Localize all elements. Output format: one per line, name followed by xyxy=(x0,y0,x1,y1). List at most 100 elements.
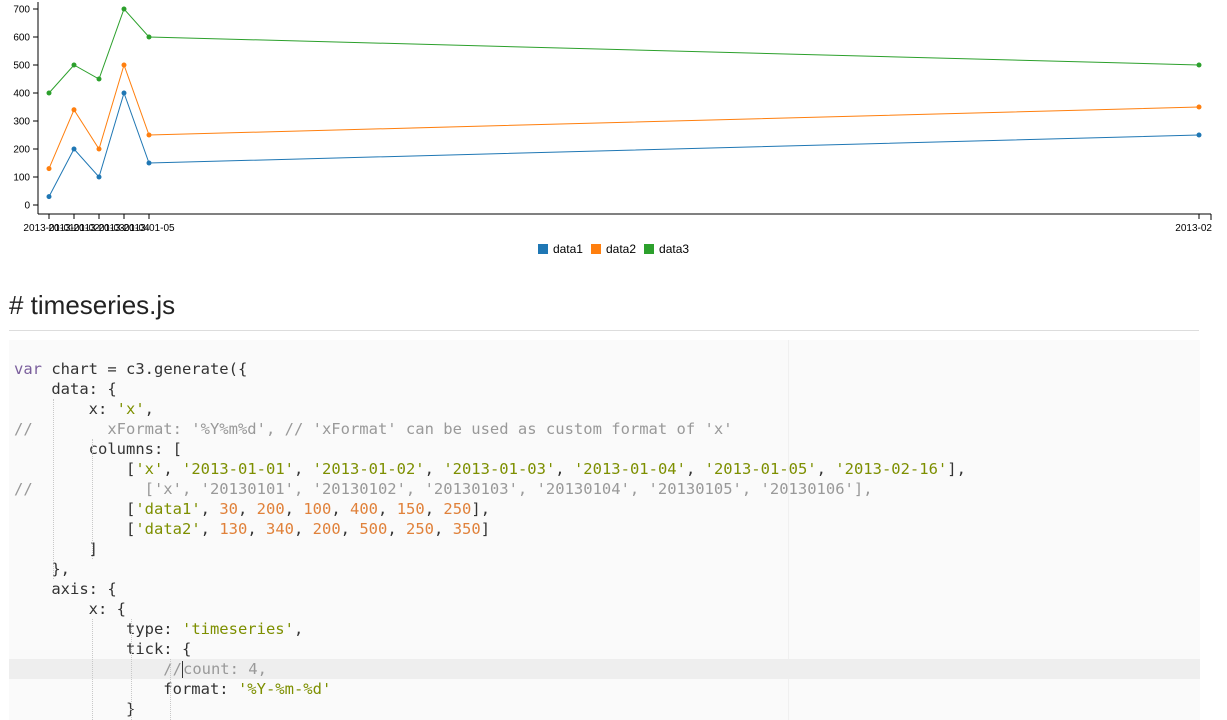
code-line: // ['x', '20130101', '20130102', '201301… xyxy=(14,479,873,499)
legend-item-data1[interactable]: data1 xyxy=(537,242,583,256)
x-tick-label: 2013-02 xyxy=(1175,223,1212,234)
code-token: 350 xyxy=(452,520,481,538)
code-token: '2013-01-04' xyxy=(573,460,686,478)
code-token: , xyxy=(816,460,836,478)
chart-legend: data1 data2 data3 xyxy=(0,242,1227,256)
code-token: }, xyxy=(14,560,70,578)
code-token: 'x' xyxy=(135,460,164,478)
code-token: '2013-01-02' xyxy=(312,460,425,478)
code-token: 250 xyxy=(443,500,472,518)
code-token: type: xyxy=(14,620,182,638)
series-line-data1 xyxy=(48,91,1200,197)
code-line: ['data1', 30, 200, 100, 400, 150, 250], xyxy=(14,499,490,519)
heading-divider xyxy=(9,330,1199,331)
code-token: , xyxy=(685,460,705,478)
code-line: type: 'timeseries', xyxy=(14,619,303,639)
data-point-data1 xyxy=(146,160,152,166)
data-point-data1 xyxy=(1196,132,1202,138)
y-tick-label: 200 xyxy=(13,145,30,156)
data-point-data1 xyxy=(71,146,77,152)
indent-guide xyxy=(92,439,93,559)
y-tick-label: 600 xyxy=(13,33,30,44)
code-token: var xyxy=(14,360,42,378)
legend-label: data2 xyxy=(605,242,637,256)
code-line: var chart = c3.generate({ xyxy=(14,359,247,379)
code-token: '2013-01-05' xyxy=(704,460,817,478)
code-token: 'timeseries' xyxy=(181,620,294,638)
indent-guide xyxy=(131,619,132,720)
code-token: , xyxy=(340,520,360,538)
data-point-data3 xyxy=(146,34,152,40)
data-point-data1 xyxy=(46,194,52,200)
data-point-data2 xyxy=(146,132,152,138)
data-point-data3 xyxy=(1196,62,1202,68)
code-token: chart = c3.generate({ xyxy=(42,360,248,378)
code-token: [ xyxy=(14,520,136,538)
legend-item-data3[interactable]: data3 xyxy=(644,242,689,256)
code-token: [ xyxy=(14,500,136,518)
series-line-data3 xyxy=(48,8,1200,94)
code-token: , xyxy=(284,500,304,518)
data-point-data2 xyxy=(71,107,77,113)
code-token: count: 4, xyxy=(182,660,267,678)
code-token: axis: { xyxy=(14,580,117,598)
code-line: }, xyxy=(14,559,70,579)
code-token: // xyxy=(14,660,182,678)
code-token: 340 xyxy=(266,520,294,538)
code-token: , xyxy=(238,500,257,518)
code-token: 150 xyxy=(396,500,425,518)
code-token: // ['x', '20130101', '20130102', '201301… xyxy=(14,480,873,498)
legend-item-data2[interactable]: data2 xyxy=(590,242,637,256)
code-token: , xyxy=(293,620,304,638)
y-tick-label: 300 xyxy=(13,117,30,128)
code-token: '%Y-%m-%d' xyxy=(237,680,332,698)
code-token: '2013-01-03' xyxy=(443,460,556,478)
code-token: 'data2' xyxy=(135,520,201,538)
legend-label: data1 xyxy=(552,242,583,256)
code-token: , xyxy=(200,500,220,518)
code-line: x: { xyxy=(14,599,126,619)
code-token: ] xyxy=(14,540,98,558)
code-token: , xyxy=(378,500,397,518)
data-point-data2 xyxy=(46,166,52,172)
code-line: // xFormat: '%Y%m%d', // 'xFormat' can b… xyxy=(14,419,733,439)
indent-guide xyxy=(170,659,171,720)
code-token: format: xyxy=(14,680,238,698)
code-token: 200 xyxy=(256,500,285,518)
y-tick-label: 500 xyxy=(13,61,30,72)
code-token: , xyxy=(200,520,220,538)
code-token: // xFormat: '%Y%m%d', // 'xFormat' can b… xyxy=(14,420,733,438)
code-token: } xyxy=(14,700,136,718)
code-token: , xyxy=(247,520,266,538)
legend-swatch xyxy=(590,244,601,254)
code-line: data: { xyxy=(14,379,116,399)
page-heading: # timeseries.js xyxy=(9,290,176,320)
code-token: , xyxy=(555,460,574,478)
legend-swatch xyxy=(644,244,655,254)
code-token: 'x' xyxy=(116,400,145,418)
code-token: , xyxy=(293,460,313,478)
code-token: [ xyxy=(14,460,136,478)
code-token: 400 xyxy=(350,500,379,518)
code-line: x: 'x', xyxy=(14,399,154,419)
code-token: '2013-01-01' xyxy=(182,460,294,478)
y-tick-label: 100 xyxy=(13,173,30,184)
y-tick-label: 700 xyxy=(13,5,30,16)
code-token: , xyxy=(434,520,453,538)
code-token: ] xyxy=(480,520,491,538)
x-tick-label: 2013-01-05 xyxy=(123,223,175,234)
indent-guide xyxy=(53,399,54,579)
legend-swatch xyxy=(537,244,548,254)
code-block[interactable]: var chart = c3.generate({ data: { x: 'x'… xyxy=(9,340,1200,720)
data-point-data3 xyxy=(46,90,52,96)
code-token: , xyxy=(163,460,182,478)
code-token: ], xyxy=(471,500,491,518)
legend-label: data3 xyxy=(659,242,690,256)
code-token: ], xyxy=(947,460,966,478)
code-token: x: { xyxy=(14,600,126,618)
indent-guide xyxy=(92,619,93,720)
y-tick-label: 400 xyxy=(13,89,30,100)
y-tick-label: 0 xyxy=(24,201,30,212)
code-token: tick: { xyxy=(14,640,192,658)
code-line: tick: { xyxy=(14,639,191,659)
